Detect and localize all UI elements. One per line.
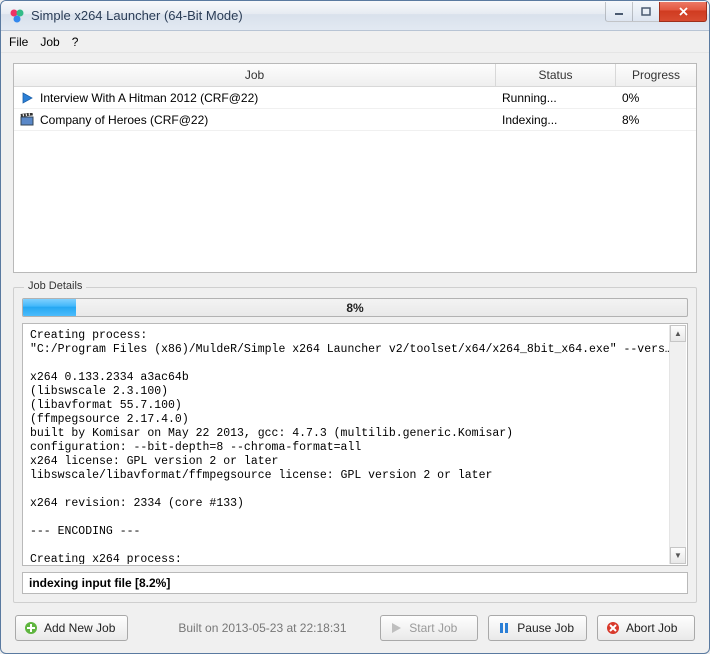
start-job-button[interactable]: Start Job (380, 615, 478, 641)
header-progress[interactable]: Progress (616, 64, 696, 86)
abort-label: Abort Job (626, 621, 677, 635)
maximize-button[interactable] (632, 2, 660, 22)
app-icon (9, 8, 25, 24)
pause-icon (497, 621, 511, 635)
job-status: Indexing... (502, 113, 557, 127)
close-button[interactable] (659, 2, 707, 22)
build-info: Built on 2013-05-23 at 22:18:31 (138, 621, 370, 635)
scrollbar-vertical[interactable]: ▲ ▼ (669, 325, 686, 564)
log-text: Creating process: "C:/Program Files (x86… (30, 329, 663, 564)
content-area: Job Status Progress Interview With A Hit… (1, 53, 709, 613)
scroll-up-icon[interactable]: ▲ (670, 325, 686, 342)
job-details-legend: Job Details (24, 280, 86, 292)
main-window: Simple x264 Launcher (64-Bit Mode) File … (0, 0, 710, 654)
job-list: Job Status Progress Interview With A Hit… (13, 63, 697, 273)
log-container: Creating process: "C:/Program Files (x86… (22, 323, 688, 566)
job-name: Company of Heroes (CRF@22) (40, 113, 208, 127)
abort-job-button[interactable]: Abort Job (597, 615, 695, 641)
job-list-body: Interview With A Hitman 2012 (CRF@22) Ru… (14, 87, 696, 272)
status-text: indexing input file [8.2%] (29, 576, 170, 590)
window-title: Simple x264 Launcher (64-Bit Mode) (31, 8, 606, 23)
table-row[interactable]: Interview With A Hitman 2012 (CRF@22) Ru… (14, 87, 696, 109)
status-line: indexing input file [8.2%] (22, 572, 688, 594)
add-label: Add New Job (44, 621, 115, 635)
job-status: Running... (502, 91, 557, 105)
table-row[interactable]: Company of Heroes (CRF@22) Indexing... 8… (14, 109, 696, 131)
progress-percent: 8% (23, 299, 687, 316)
titlebar[interactable]: Simple x264 Launcher (64-Bit Mode) (1, 1, 709, 31)
menu-help[interactable]: ? (72, 35, 79, 49)
window-controls (606, 1, 709, 30)
minimize-button[interactable] (605, 2, 633, 22)
job-progress: 0% (622, 91, 639, 105)
play-icon (20, 91, 34, 105)
job-name: Interview With A Hitman 2012 (CRF@22) (40, 91, 258, 105)
abort-icon (606, 621, 620, 635)
start-label: Start Job (409, 621, 457, 635)
scroll-down-icon[interactable]: ▼ (670, 547, 686, 564)
header-status[interactable]: Status (496, 64, 616, 86)
job-details-group: Job Details 8% Creating process: "C:/Pro… (13, 287, 697, 603)
progress-bar: 8% (22, 298, 688, 317)
add-icon (24, 621, 38, 635)
pause-job-button[interactable]: Pause Job (488, 615, 587, 641)
menu-job[interactable]: Job (40, 35, 59, 49)
header-job[interactable]: Job (14, 64, 496, 86)
job-progress: 8% (622, 113, 639, 127)
add-new-job-button[interactable]: Add New Job (15, 615, 128, 641)
job-list-header: Job Status Progress (14, 64, 696, 87)
start-icon (389, 621, 403, 635)
bottom-toolbar: Add New Job Built on 2013-05-23 at 22:18… (1, 613, 709, 653)
pause-label: Pause Job (517, 621, 574, 635)
clapper-icon (20, 113, 34, 127)
log-output[interactable]: Creating process: "C:/Program Files (x86… (24, 325, 669, 564)
menu-file[interactable]: File (9, 35, 28, 49)
menubar: File Job ? (1, 31, 709, 53)
